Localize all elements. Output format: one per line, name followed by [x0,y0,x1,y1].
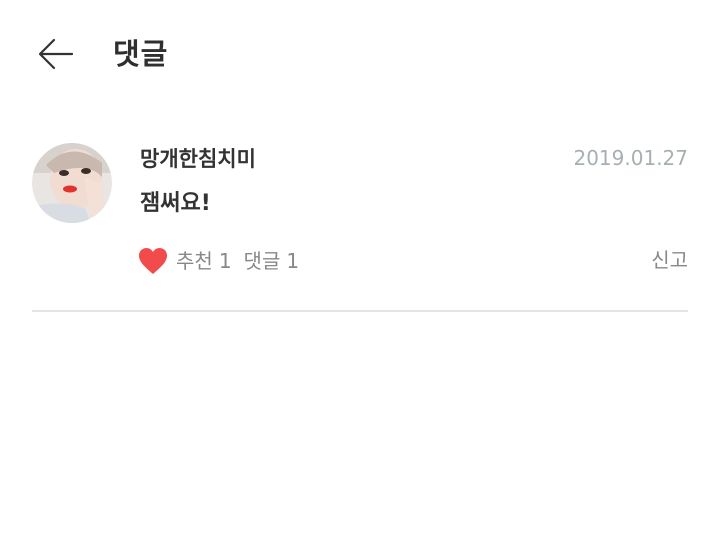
divider [32,310,688,312]
comment-item: 망개한침치미 2019.01.27 잼써요! 추천 1 댓글 1 신고 [32,140,688,312]
report-button[interactable]: 신고 [651,248,688,272]
comment-actions: 추천 1 댓글 1 [138,246,299,276]
reply-label[interactable]: 댓글 [244,249,281,273]
avatar[interactable] [32,143,112,223]
comment-author[interactable]: 망개한침치미 [140,146,256,172]
comment-date: 2019.01.27 [573,146,688,170]
header-bar: 댓글 [0,0,720,110]
page-title: 댓글 [113,37,169,71]
back-button[interactable] [36,34,76,74]
heart-icon [139,248,167,274]
like-button[interactable] [138,247,168,275]
recommend-label: 추천 [176,249,213,273]
comment-text: 잼써요! [140,191,211,216]
recommend-count: 1 [218,249,232,273]
arrow-left-icon [38,38,74,70]
reply-count[interactable]: 1 [286,249,299,273]
